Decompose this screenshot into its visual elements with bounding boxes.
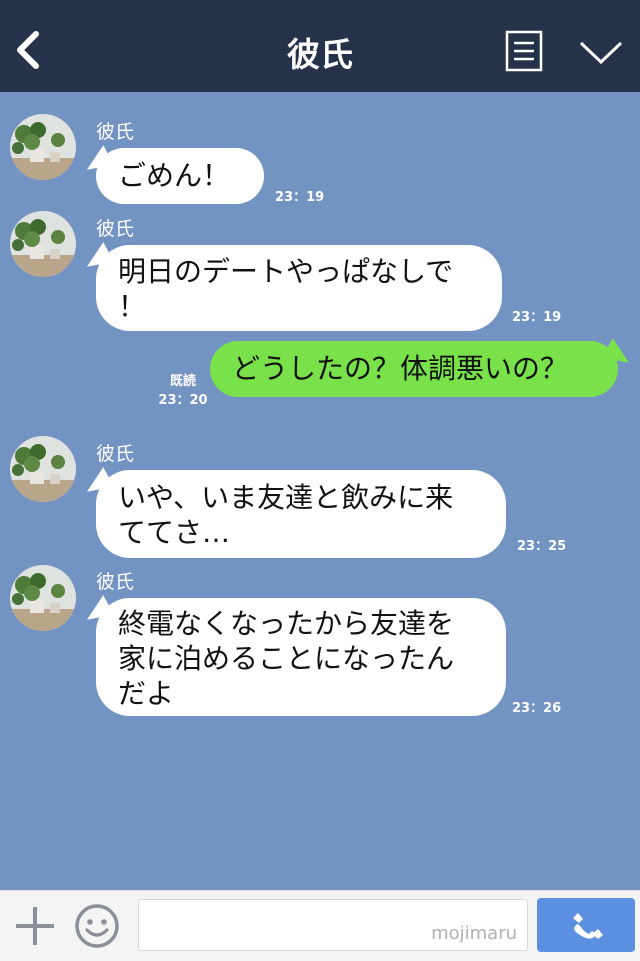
chat-title: 彼氏 <box>287 35 353 74</box>
plant-avatar-icon <box>10 436 76 502</box>
plus-icon <box>16 907 54 945</box>
message-bubble[interactable]: 終電なくなったから友達を 家に泊めることになったん だよ <box>96 598 506 716</box>
expand-button[interactable] <box>578 38 624 66</box>
avatar[interactable] <box>10 436 76 502</box>
sender-name: 彼氏 <box>96 218 135 240</box>
chat-area[interactable]: 彼氏 ごめん！ 23：19 彼氏 明日のデートやっぱなしで ！ 23：19 既読… <box>0 92 640 890</box>
call-button[interactable] <box>537 898 635 952</box>
message-time: 23：20 <box>158 393 208 408</box>
message-time: 23：19 <box>512 310 562 325</box>
message-line: だよ <box>118 677 175 710</box>
message-bubble[interactable]: 明日のデートやっぱなしで ！ <box>96 245 502 331</box>
plant-avatar-icon <box>10 114 76 180</box>
message-time: 23：25 <box>517 539 567 554</box>
watermark: mojimaru <box>431 923 517 944</box>
message-line: ててさ… <box>118 516 231 549</box>
emoji-button[interactable] <box>74 903 120 949</box>
plant-avatar-icon <box>10 211 76 277</box>
message-text: ごめん！ <box>118 159 231 192</box>
sender-name: 彼氏 <box>96 121 135 143</box>
message-line: 明日のデートやっぱなしで <box>118 255 454 288</box>
emoji-icon <box>75 904 119 948</box>
add-button[interactable] <box>14 905 56 947</box>
message-line: 家に泊めることになったん <box>118 642 455 675</box>
message-line: 終電なくなったから友達を <box>118 607 455 640</box>
message-bubble[interactable]: いや、いま友達と飲みに来 ててさ… <box>96 470 506 558</box>
header-bar: 彼氏 <box>0 0 640 92</box>
phone-icon <box>573 913 603 939</box>
menu-button[interactable] <box>505 30 543 72</box>
plant-avatar-icon <box>10 565 76 631</box>
input-bar: mojimaru <box>0 890 640 961</box>
sender-name: 彼氏 <box>96 571 135 593</box>
message-input[interactable]: mojimaru <box>138 899 528 951</box>
message-line: いや、いま友達と飲みに来 <box>118 481 454 514</box>
menu-icon <box>505 30 543 72</box>
message-line: ！ <box>118 290 147 323</box>
back-button[interactable] <box>14 30 44 70</box>
avatar[interactable] <box>10 211 76 277</box>
message-text: どうしたの？体調悪いの？ <box>232 352 569 385</box>
avatar[interactable] <box>10 114 76 180</box>
sender-name: 彼氏 <box>96 443 135 465</box>
chevron-down-icon <box>579 41 623 65</box>
message-time: 23：26 <box>512 701 562 716</box>
back-icon <box>17 31 39 69</box>
message-bubble[interactable]: ごめん！ <box>96 148 264 204</box>
read-receipt: 既読 <box>169 374 196 389</box>
avatar[interactable] <box>10 565 76 631</box>
message-time: 23：19 <box>275 190 325 205</box>
message-bubble-outgoing[interactable]: どうしたの？体調悪いの？ <box>210 341 618 397</box>
